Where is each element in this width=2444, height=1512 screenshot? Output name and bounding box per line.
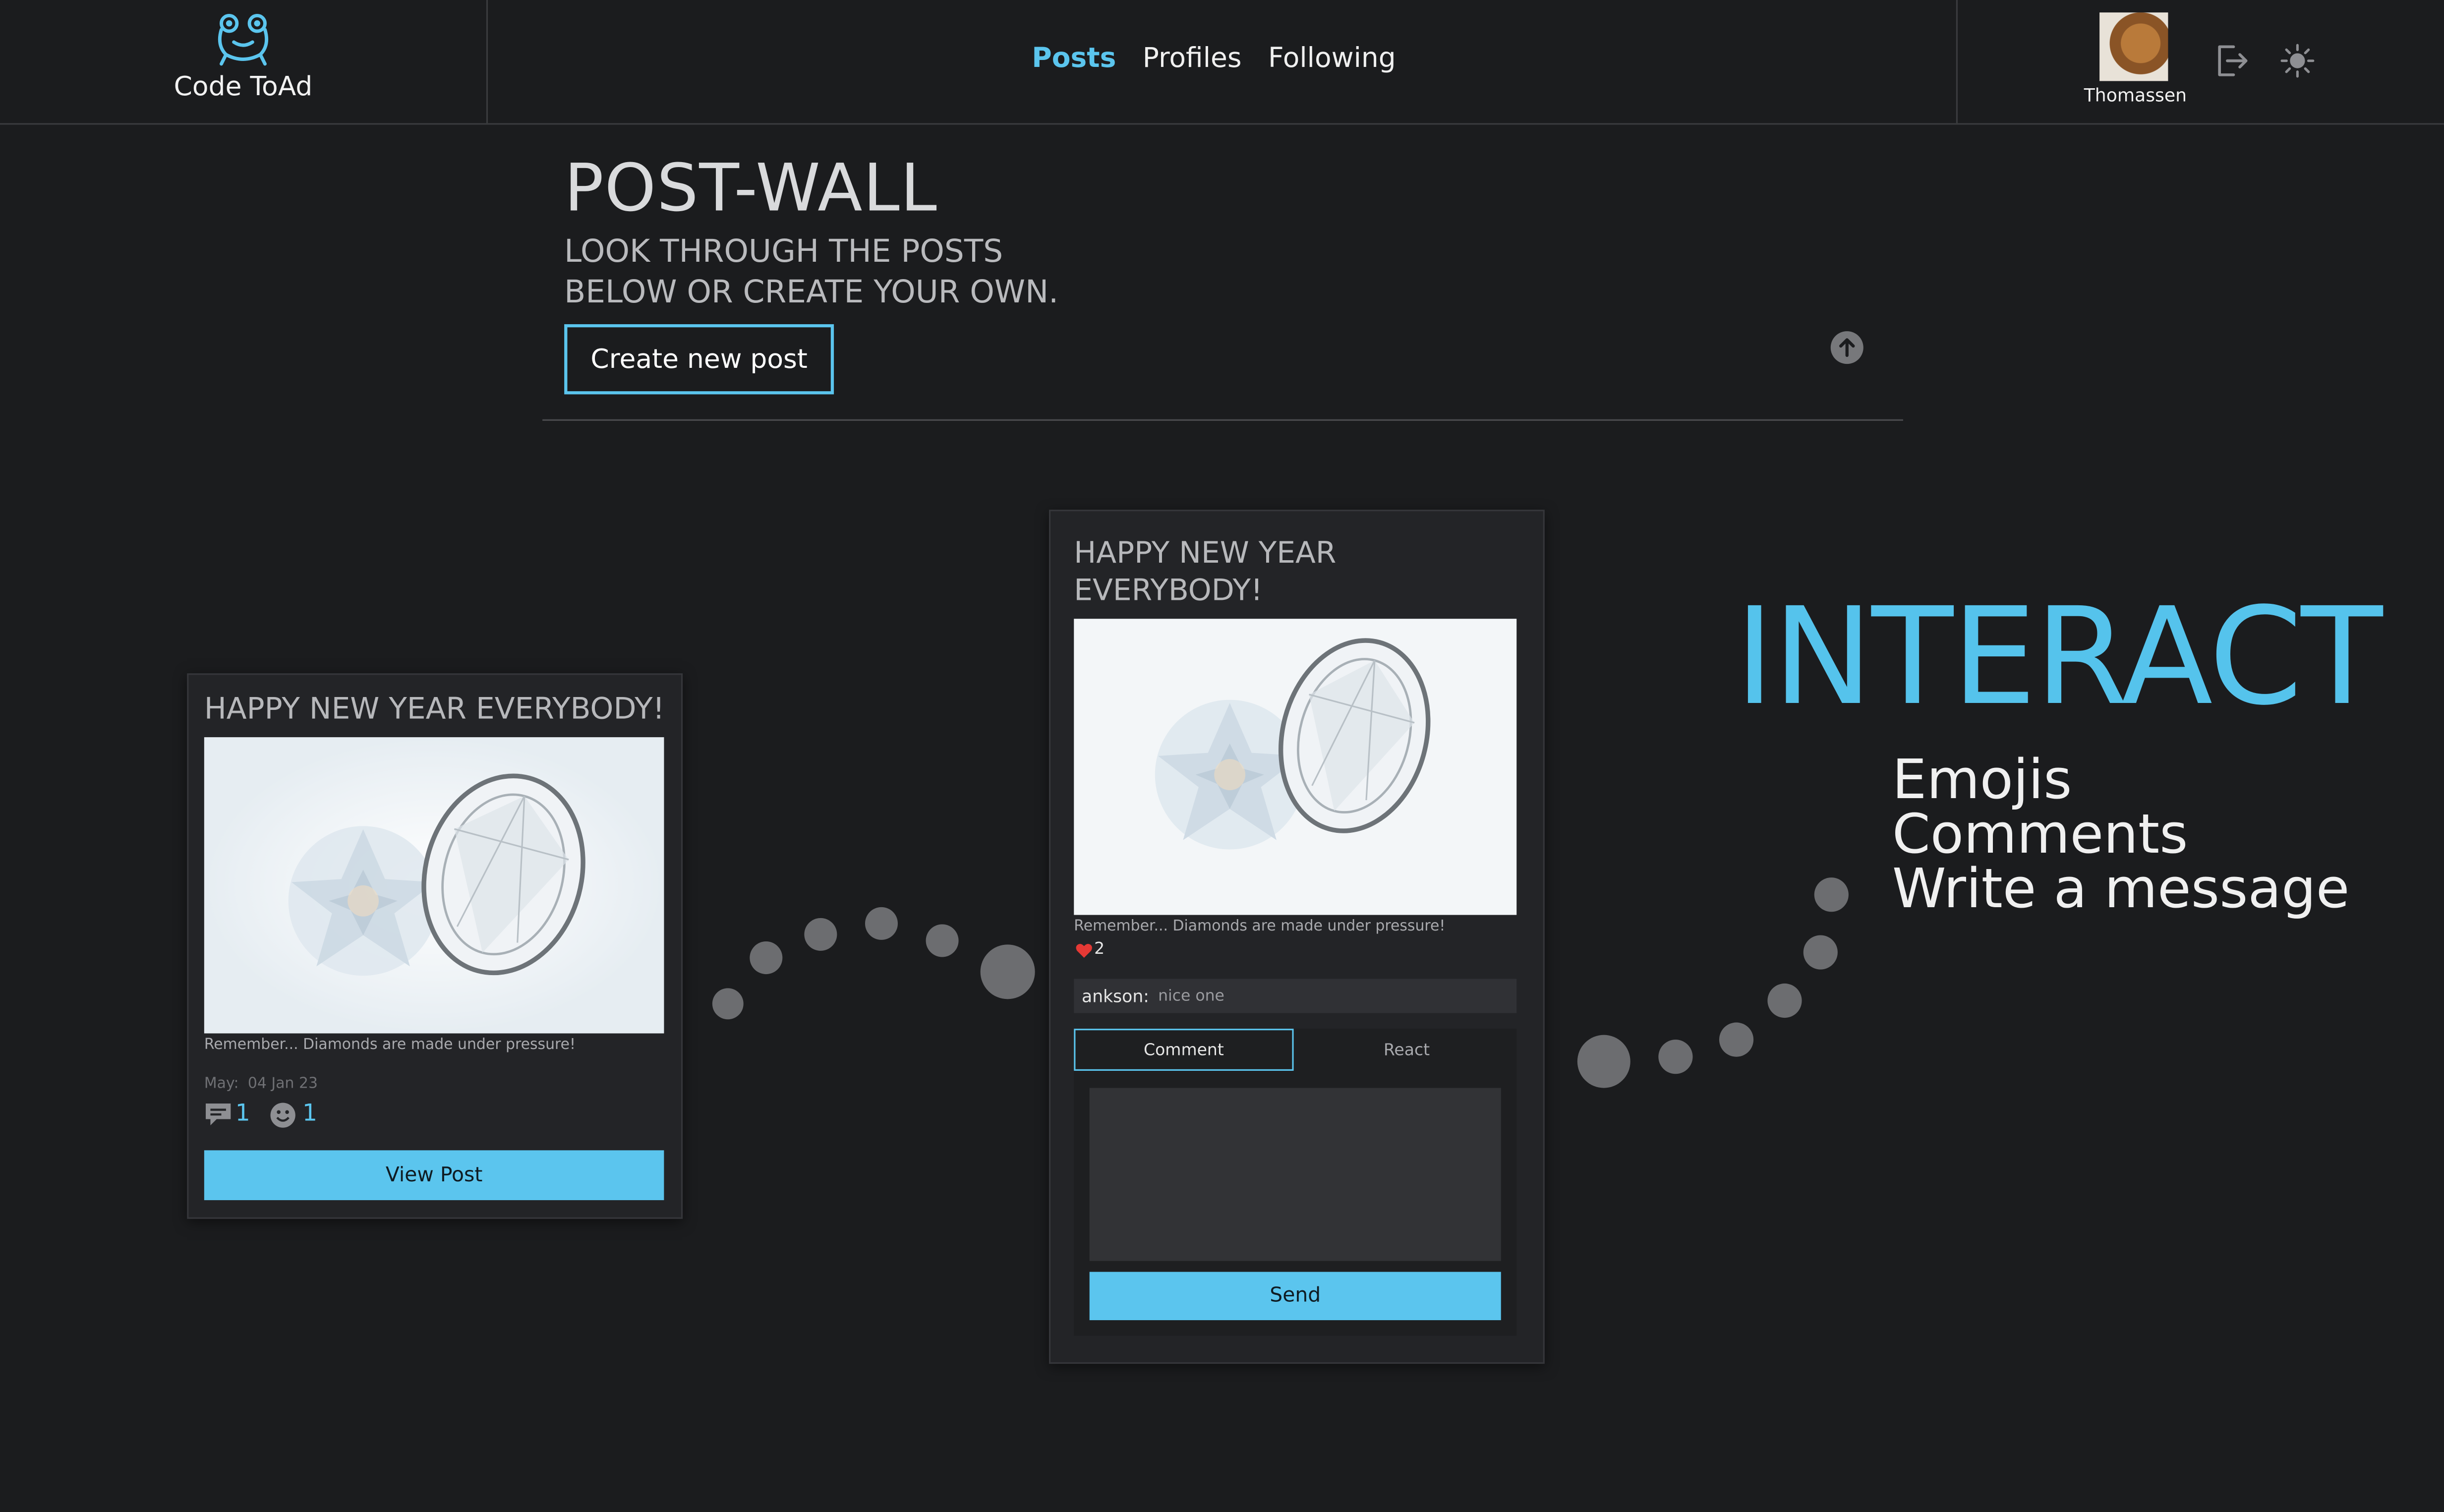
connector-dot bbox=[1577, 1035, 1630, 1088]
page-subtitle: LOOK THROUGH THE POSTS BELOW OR CREATE Y… bbox=[564, 232, 1059, 310]
avatar[interactable] bbox=[2099, 12, 2168, 81]
promo-feature: Emojis bbox=[1892, 750, 2072, 813]
promo-feature: Comments bbox=[1892, 804, 2188, 867]
heart-count: 2 bbox=[1094, 939, 1105, 959]
main-nav: Posts Profiles Following bbox=[1032, 44, 1422, 75]
post-author: May: bbox=[204, 1075, 239, 1093]
page-title: POST-WALL bbox=[564, 149, 938, 226]
post-image[interactable] bbox=[204, 737, 664, 1034]
post-detail-title: HAPPY NEW YEAR EVERYBODY! bbox=[1074, 536, 1337, 608]
view-post-button[interactable]: View Post bbox=[204, 1150, 664, 1200]
promo-feature: Write a message bbox=[1892, 859, 2350, 922]
post-detail-image[interactable] bbox=[1074, 619, 1517, 915]
nav-profiles[interactable]: Profiles bbox=[1143, 44, 1242, 75]
nav-posts[interactable]: Posts bbox=[1032, 44, 1116, 75]
connector-dot bbox=[712, 988, 744, 1020]
reaction-count: 1 bbox=[302, 1099, 317, 1127]
header-divider bbox=[1956, 0, 1958, 123]
connector-dot bbox=[804, 918, 837, 951]
frog-icon[interactable] bbox=[214, 11, 273, 67]
comment-count: 1 bbox=[235, 1099, 250, 1127]
post-date: 04 Jan 23 bbox=[247, 1075, 318, 1093]
connector-dot bbox=[1719, 1022, 1754, 1057]
smiley-icon bbox=[270, 1103, 295, 1128]
section-divider bbox=[542, 419, 1903, 421]
post-title: HAPPY NEW YEAR EVERYBODY! bbox=[204, 692, 665, 727]
promo-feature-list: Emojis Comments Write a message bbox=[1892, 750, 2350, 922]
brand-name[interactable]: Code ToAd bbox=[156, 72, 330, 103]
post-caption: Remember... Diamonds are made under pres… bbox=[204, 1036, 576, 1054]
create-post-button[interactable]: Create new post bbox=[564, 324, 834, 395]
send-button[interactable]: Send bbox=[1089, 1272, 1501, 1321]
comment-author: ankson: bbox=[1082, 987, 1149, 1007]
promo-headline: INTERACT bbox=[1735, 580, 2383, 736]
post-detail-caption: Remember... Diamonds are made under pres… bbox=[1074, 918, 1446, 935]
connector-dot bbox=[980, 944, 1035, 999]
connector-dot bbox=[926, 924, 959, 957]
header-divider bbox=[486, 0, 488, 123]
sun-icon[interactable] bbox=[2280, 44, 2315, 78]
arrow-up-icon[interactable] bbox=[1830, 331, 1864, 365]
comment-text: nice one bbox=[1158, 988, 1224, 1005]
comment-textarea[interactable] bbox=[1089, 1088, 1501, 1261]
connector-dot bbox=[1814, 877, 1849, 912]
connector-dot bbox=[1658, 1040, 1693, 1074]
comment-icon bbox=[206, 1104, 231, 1126]
connector-dot bbox=[1767, 983, 1802, 1018]
logout-icon[interactable] bbox=[2213, 42, 2251, 79]
heart-icon[interactable] bbox=[1075, 943, 1093, 958]
nav-following[interactable]: Following bbox=[1268, 44, 1396, 75]
username-label[interactable]: Thomassen bbox=[2057, 84, 2213, 106]
tab-react[interactable]: React bbox=[1297, 1029, 1516, 1071]
tab-comment[interactable]: Comment bbox=[1074, 1029, 1294, 1071]
connector-dot bbox=[1803, 935, 1838, 970]
connector-dot bbox=[865, 907, 898, 940]
connector-dot bbox=[750, 941, 783, 975]
